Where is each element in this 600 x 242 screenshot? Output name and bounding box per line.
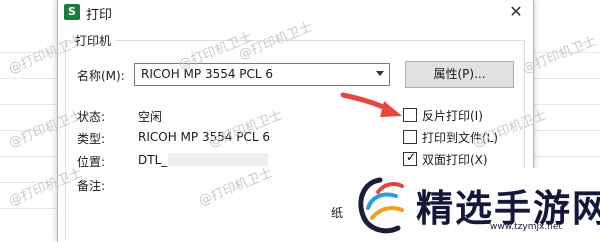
site-url: www.tzymjx.net	[490, 222, 562, 232]
site-logo-icon	[358, 177, 404, 234]
